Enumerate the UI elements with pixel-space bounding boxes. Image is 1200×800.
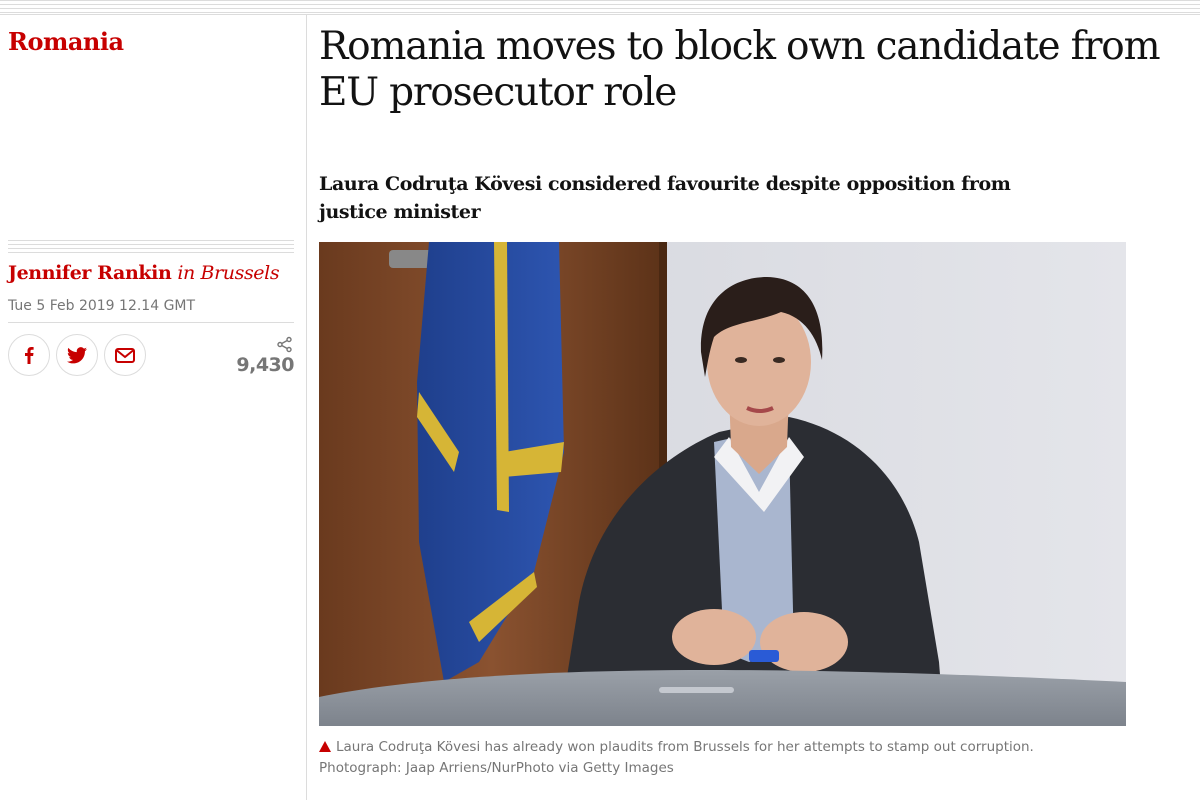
byline: Jennifer Rankin in Brussels: [8, 262, 280, 284]
email-icon: [115, 347, 135, 363]
article-photo[interactable]: [319, 242, 1126, 726]
photo-caption: Laura Codruţa Kövesi has already won pla…: [319, 737, 1139, 779]
dateline: Tue 5 Feb 2019 12.14 GMT: [8, 298, 196, 314]
byline-rule: [8, 240, 294, 256]
twitter-icon: [67, 346, 87, 364]
facebook-share-button[interactable]: [8, 334, 50, 376]
twitter-share-button[interactable]: [56, 334, 98, 376]
standfirst: Laura Codruţa Kövesi considered favourit…: [319, 173, 1011, 223]
share-count: 9,430: [236, 354, 294, 376]
caption-text: Laura Codruţa Kövesi has already won pla…: [336, 739, 1034, 755]
photo-credit: Photograph: Jaap Arriens/NurPhoto via Ge…: [319, 760, 674, 776]
triangle-icon: [319, 741, 331, 752]
author-link[interactable]: Jennifer Rankin: [8, 262, 172, 284]
facebook-icon: [22, 346, 36, 364]
headline: Romania moves to block own candidate fro…: [319, 24, 1161, 115]
byline-location: in Brussels: [177, 262, 280, 284]
section-label[interactable]: Romania: [8, 27, 124, 56]
email-share-button[interactable]: [104, 334, 146, 376]
column-divider: [306, 15, 307, 800]
article-page: Romania Jennifer Rankin in Brussels Tue 5…: [0, 0, 1200, 800]
top-rule: [0, 0, 1200, 14]
meta-divider: [8, 322, 294, 323]
article-meta-column: [0, 15, 306, 800]
